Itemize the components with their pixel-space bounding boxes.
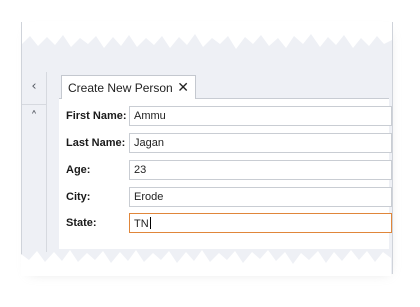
city-label: City: bbox=[66, 191, 91, 203]
text-caret bbox=[149, 217, 151, 229]
first-name-field[interactable]: Ammu bbox=[129, 106, 392, 126]
last-name-label: Last Name: bbox=[66, 137, 126, 149]
form-row-last-name: Last Name: Jagan bbox=[66, 133, 392, 155]
form-row-first-name: First Name: Ammu bbox=[66, 106, 392, 128]
close-icon[interactable]: ✕ bbox=[177, 81, 189, 95]
torn-edge-bottom bbox=[21, 250, 391, 276]
age-field[interactable]: 23 bbox=[129, 160, 392, 180]
torn-edge-top bbox=[22, 22, 392, 49]
city-field[interactable]: Erode bbox=[129, 187, 392, 207]
state-label: State: bbox=[66, 217, 97, 229]
tab-label: Create New Person bbox=[68, 80, 173, 95]
state-field[interactable]: TN bbox=[129, 213, 392, 233]
first-name-label: First Name: bbox=[66, 110, 127, 122]
tab-create-new-person[interactable]: Create New Person ✕ bbox=[61, 75, 196, 99]
form-row-age: Age: 23 bbox=[66, 160, 392, 182]
chevron-up-icon[interactable]: ˄ bbox=[27, 111, 41, 125]
rail-divider bbox=[22, 104, 46, 105]
form-row-city: City: Erode bbox=[66, 187, 392, 209]
state-field-value: TN bbox=[134, 218, 149, 230]
form-row-state: State: TN bbox=[66, 213, 392, 235]
age-label: Age: bbox=[66, 164, 91, 176]
collapse-left-icon[interactable]: ‹ bbox=[27, 80, 41, 94]
last-name-field[interactable]: Jagan bbox=[129, 133, 392, 153]
left-rail bbox=[22, 72, 47, 252]
